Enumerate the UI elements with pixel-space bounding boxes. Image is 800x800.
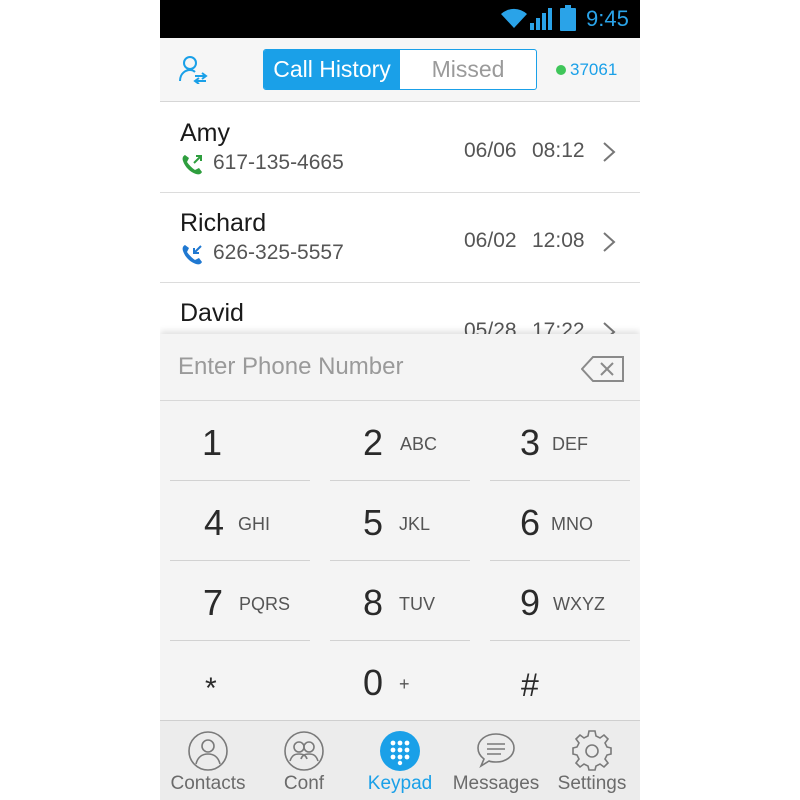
call-date: 06/02 [464,229,517,252]
tab-call-history[interactable]: Call History [264,50,400,89]
call-time: 08:12 [532,139,585,162]
dial-key-7[interactable]: 7 PQRS [170,561,310,641]
key-divider [170,640,310,641]
key-divider [170,560,310,561]
key-divider [490,640,630,641]
tab-missed[interactable]: Missed [400,50,536,89]
key-letters: GHI [238,514,271,534]
key-divider [330,640,470,641]
caller-number: 626-325-5557 [213,241,344,264]
nav-conf[interactable]: Conf [256,721,352,800]
nav-label: Settings [557,773,627,794]
dial-pad: 1 2 ABC 3 DEF 4 GHI 5 JKL 6 MNO 7 PQRS 8… [160,401,640,720]
nav-messages[interactable]: Messages [448,721,544,800]
dial-key-8[interactable]: 8 TUV [330,561,470,641]
nav-label: Contacts [170,773,246,794]
nav-label: Messages [452,773,540,794]
settings-gear-icon [572,730,612,771]
nav-keypad[interactable]: Keypad [352,721,448,800]
key-letters: WXYZ [553,594,605,614]
key-letters: DEF [552,434,588,454]
dialer-panel: 1 2 ABC 3 DEF 4 GHI 5 JKL 6 MNO [160,334,640,720]
battery-icon [560,5,576,31]
phone-number-field [160,334,640,401]
bottom-navigation: Contacts Conf Keypad Messages Settings [160,720,640,800]
dial-key-star[interactable]: * [170,641,310,721]
key-digit: # [521,667,539,703]
chevron-right-icon [603,232,616,252]
caller-number: 617-135-4665 [213,151,344,174]
call-time: 12:08 [532,229,585,252]
extension-number: 37061 [570,60,618,79]
key-digit: 7 [203,582,224,623]
key-divider [490,480,630,481]
status-time: 9:45 [586,6,629,31]
dial-key-0[interactable]: 0 + [330,641,470,721]
contacts-icon [188,731,228,771]
backspace-icon[interactable] [581,355,625,383]
key-digit: * [205,672,217,705]
key-digit: 5 [363,502,384,543]
dial-key-1[interactable]: 1 [170,401,310,481]
key-letters: MNO [551,514,593,534]
incoming-call-icon [182,245,202,265]
key-digit: 1 [202,422,223,463]
call-row[interactable]: Richard 626-325-5557 06/02 12:08 [160,193,640,283]
key-letters: PQRS [239,594,291,614]
key-divider [490,560,630,561]
dial-key-2[interactable]: 2 ABC [330,401,470,481]
keypad-icon [380,731,420,771]
phone-number-input[interactable] [178,348,558,386]
nav-settings[interactable]: Settings [544,721,640,800]
signal-icon [530,8,552,30]
key-divider [330,560,470,561]
caller-name: Richard [180,209,267,237]
call-time: 17:22 [532,319,585,334]
online-status-dot [556,65,566,75]
caller-name: Amy [180,119,230,147]
key-digit: 9 [520,582,541,623]
messages-icon [477,733,515,769]
call-filter-segmented: Call History Missed [263,49,537,90]
dial-key-3[interactable]: 3 DEF [490,401,630,481]
extension-status: 37061 [556,60,617,80]
nav-contacts[interactable]: Contacts [160,721,256,800]
key-digit: 4 [204,502,225,543]
phone-screen: 9:45 Call History Missed 37061 Amy 617-1… [160,0,640,800]
key-letters: + [399,674,410,694]
key-letters: ABC [400,434,438,454]
call-date: 06/06 [464,139,517,162]
dial-key-hash[interactable]: # [490,641,630,721]
chevron-right-icon [603,142,616,162]
call-header: Call History Missed 37061 [160,38,640,102]
caller-name: David [180,299,244,327]
conference-icon [284,731,324,771]
call-date: 05/28 [464,319,517,334]
key-letters: JKL [399,514,431,534]
status-bar: 9:45 [160,0,640,38]
chevron-right-icon [603,322,616,334]
nav-label: Conf [283,773,325,794]
dial-key-6[interactable]: 6 MNO [490,481,630,561]
call-row[interactable]: Amy 617-135-4665 06/06 08:12 [160,103,640,193]
dial-key-5[interactable]: 5 JKL [330,481,470,561]
key-divider [330,480,470,481]
key-letters: TUV [399,594,435,614]
key-digit: 6 [520,502,541,543]
key-digit: 3 [520,422,541,463]
wifi-icon [501,8,527,28]
account-switch-icon[interactable] [178,54,208,84]
key-digit: 2 [363,422,384,463]
nav-label: Keypad [367,773,433,794]
dial-key-4[interactable]: 4 GHI [170,481,310,561]
key-divider [170,480,310,481]
key-digit: 0 [363,662,384,703]
outgoing-call-icon [182,155,202,175]
call-row[interactable]: David 1-408-345-9955 05/28 17:22 [160,283,640,334]
dial-key-9[interactable]: 9 WXYZ [490,561,630,641]
call-history-list: Amy 617-135-4665 06/06 08:12 Richard 626… [160,103,640,334]
key-digit: 8 [363,582,384,623]
